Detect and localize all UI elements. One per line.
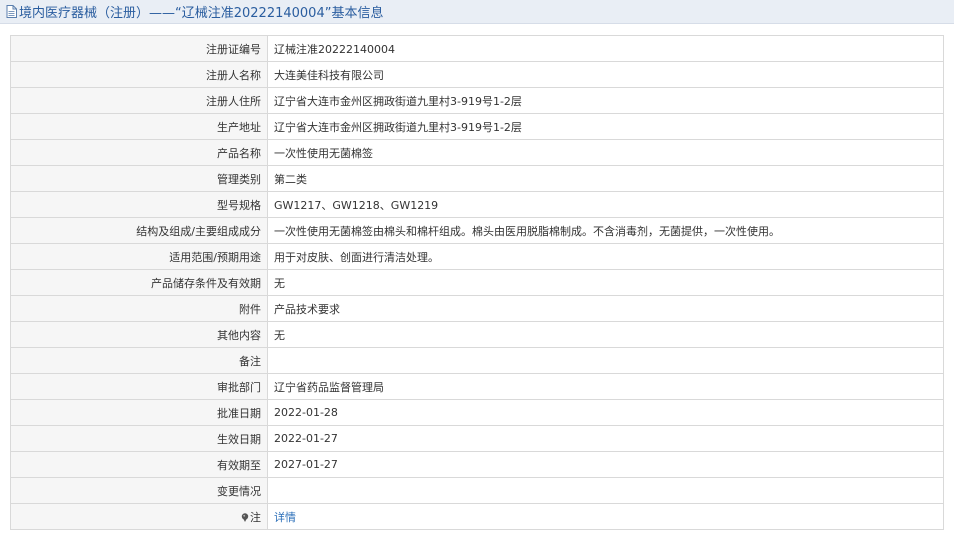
table-row: 变更情况: [10, 477, 944, 504]
row-label: 备注: [10, 347, 268, 374]
row-value: [267, 477, 944, 504]
note-value-cell: 详情: [267, 503, 944, 530]
row-value: [267, 347, 944, 374]
row-label: 有效期至: [10, 451, 268, 478]
row-value: 第二类: [267, 165, 944, 192]
table-row: 管理类别 第二类: [10, 165, 944, 192]
note-row: 注 详情: [10, 503, 944, 530]
row-value: 一次性使用无菌棉签由棉头和棉杆组成。棉头由医用脱脂棉制成。不含消毒剂，无菌提供，…: [267, 217, 944, 244]
row-value: 产品技术要求: [267, 295, 944, 322]
row-label: 生产地址: [10, 113, 268, 140]
row-value: GW1217、GW1218、GW1219: [267, 191, 944, 218]
row-label: 审批部门: [10, 373, 268, 400]
row-value: 2022-01-27: [267, 425, 944, 452]
table-row: 适用范围/预期用途 用于对皮肤、创面进行清洁处理。: [10, 243, 944, 270]
note-label-cell: 注: [10, 503, 268, 530]
note-label: 注: [250, 510, 261, 524]
row-value: 辽宁省大连市金州区拥政街道九里村3-919号1-2层: [267, 113, 944, 140]
row-label: 适用范围/预期用途: [10, 243, 268, 270]
table-row: 其他内容 无: [10, 321, 944, 348]
table-row: 生产地址 辽宁省大连市金州区拥政街道九里村3-919号1-2层: [10, 113, 944, 140]
table-row: 批准日期 2022-01-28: [10, 399, 944, 426]
row-label: 型号规格: [10, 191, 268, 218]
table-row: 备注: [10, 347, 944, 374]
table-row: 注册证编号 辽械注准20222140004: [10, 35, 944, 62]
row-label: 产品名称: [10, 139, 268, 166]
detail-link[interactable]: 详情: [274, 511, 296, 524]
row-value: 无: [267, 269, 944, 296]
table-row: 产品储存条件及有效期 无: [10, 269, 944, 296]
table-row: 注册人住所 辽宁省大连市金州区拥政街道九里村3-919号1-2层: [10, 87, 944, 114]
row-label: 变更情况: [10, 477, 268, 504]
row-value: 2022-01-28: [267, 399, 944, 426]
table-row: 附件 产品技术要求: [10, 295, 944, 322]
row-value: 用于对皮肤、创面进行清洁处理。: [267, 243, 944, 270]
row-value: 无: [267, 321, 944, 348]
row-value: 2027-01-27: [267, 451, 944, 478]
row-value: 辽械注准20222140004: [267, 35, 944, 62]
row-label: 注册人名称: [10, 61, 268, 88]
row-value: 一次性使用无菌棉签: [267, 139, 944, 166]
page-header: 境内医疗器械（注册）——“辽械注准20222140004”基本信息: [0, 0, 954, 24]
row-value: 辽宁省大连市金州区拥政街道九里村3-919号1-2层: [267, 87, 944, 114]
row-label: 注册人住所: [10, 87, 268, 114]
table-row: 型号规格 GW1217、GW1218、GW1219: [10, 191, 944, 218]
row-value: 辽宁省药品监督管理局: [267, 373, 944, 400]
row-label: 生效日期: [10, 425, 268, 452]
row-label: 结构及组成/主要组成成分: [10, 217, 268, 244]
document-icon: [6, 5, 17, 18]
row-label: 产品储存条件及有效期: [10, 269, 268, 296]
row-label: 其他内容: [10, 321, 268, 348]
table-row: 注册人名称 大连美佳科技有限公司: [10, 61, 944, 88]
row-value: 大连美佳科技有限公司: [267, 61, 944, 88]
table-row: 结构及组成/主要组成成分 一次性使用无菌棉签由棉头和棉杆组成。棉头由医用脱脂棉制…: [10, 217, 944, 244]
page-title: 境内医疗器械（注册）——“辽械注准20222140004”基本信息: [19, 6, 384, 21]
info-table: 注册证编号 辽械注准20222140004 注册人名称 大连美佳科技有限公司 注…: [10, 35, 944, 530]
pin-icon: [241, 512, 249, 522]
table-row: 有效期至 2027-01-27: [10, 451, 944, 478]
table-row: 审批部门 辽宁省药品监督管理局: [10, 373, 944, 400]
row-label: 注册证编号: [10, 35, 268, 62]
row-label: 批准日期: [10, 399, 268, 426]
row-label: 管理类别: [10, 165, 268, 192]
row-label: 附件: [10, 295, 268, 322]
table-row: 生效日期 2022-01-27: [10, 425, 944, 452]
table-row: 产品名称 一次性使用无菌棉签: [10, 139, 944, 166]
